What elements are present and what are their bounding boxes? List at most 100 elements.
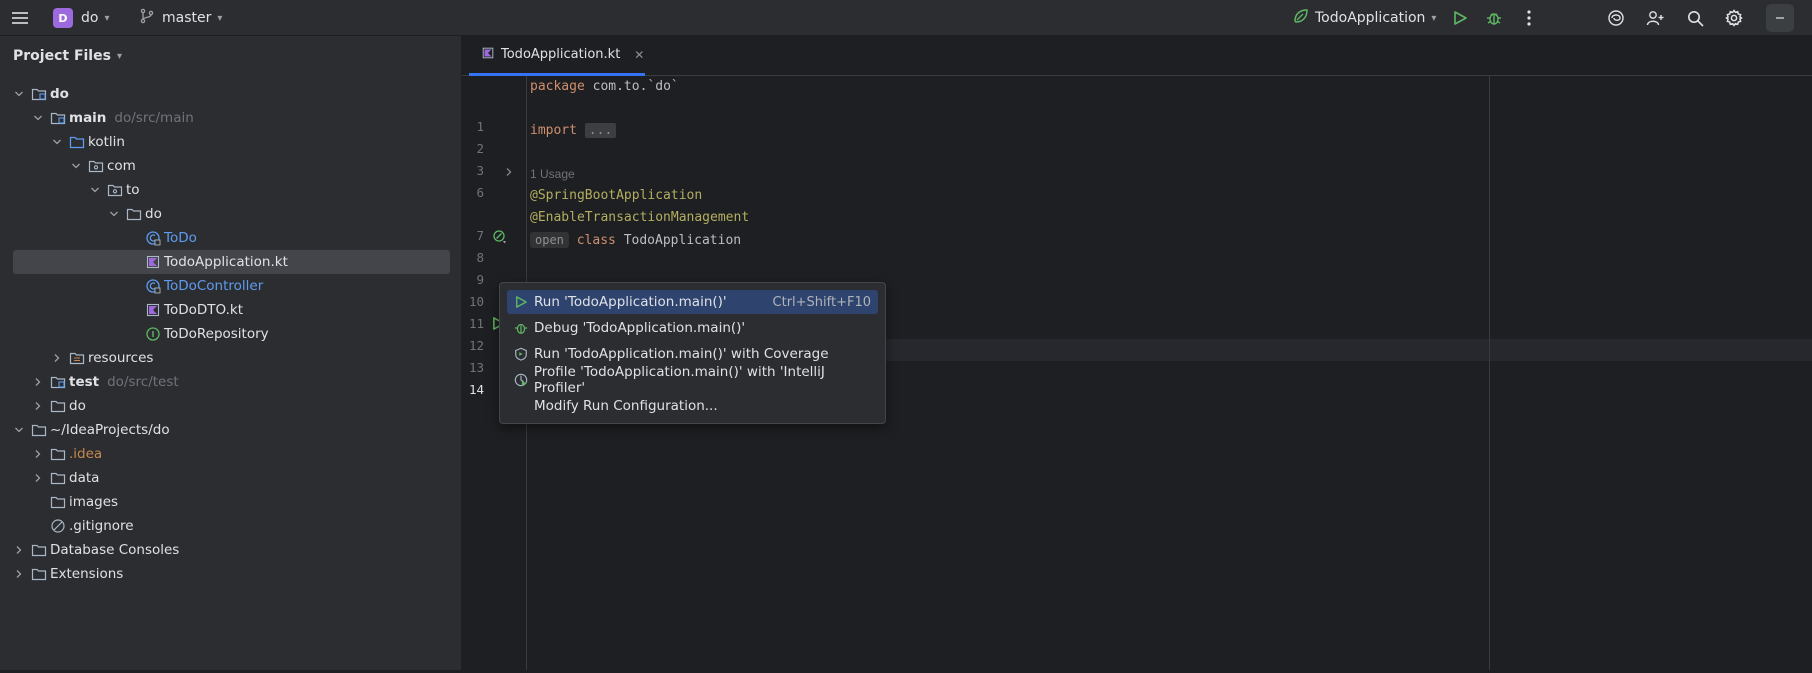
tree-item-todocontroller[interactable]: ToDoController <box>0 274 462 298</box>
keyword: package <box>530 79 585 94</box>
tree-item-do-package[interactable]: do <box>0 202 462 226</box>
close-icon[interactable]: ✕ <box>634 48 644 62</box>
menu-item-profile[interactable]: Profile 'TodoApplication.main()' with 'I… <box>507 364 878 396</box>
debug-icon[interactable] <box>1480 4 1508 32</box>
chevron-right-icon[interactable] <box>32 376 44 388</box>
chevron-right-icon[interactable] <box>51 352 63 364</box>
tree-item-resources[interactable]: resources <box>0 346 462 370</box>
run-gutter-popup-menu: Run 'TodoApplication.main()' Ctrl+Shift+… <box>499 282 886 424</box>
tree-item-idea[interactable]: .idea <box>0 442 462 466</box>
code-line-3[interactable]: import ... <box>530 120 617 142</box>
tree-item-to[interactable]: to <box>0 178 462 202</box>
chevron-down-icon[interactable] <box>13 88 25 100</box>
chevron-down-icon[interactable] <box>51 136 63 148</box>
tree-item-do-folder[interactable]: do <box>0 394 462 418</box>
tree-item-path-hint: do/src/main <box>114 110 194 126</box>
menu-item-label: Profile 'TodoApplication.main()' with 'I… <box>533 364 825 396</box>
tree-item-label: com <box>107 158 136 174</box>
hamburger-icon[interactable] <box>6 4 34 32</box>
tree-item-label: TodoApplication.kt <box>164 254 288 270</box>
tree-item-main[interactable]: main do/src/main <box>0 106 462 130</box>
chevron-right-icon[interactable] <box>13 568 25 580</box>
tree-item-com[interactable]: com <box>0 154 462 178</box>
code-line-7[interactable]: @SpringBootApplication <box>530 185 702 207</box>
tree-item-label: Database Consoles <box>50 542 180 558</box>
chevron-down-icon[interactable] <box>32 112 44 124</box>
panel-title: Project Files <box>13 48 111 64</box>
tree-item-do-module[interactable]: do <box>0 82 462 106</box>
tree-item-todo[interactable]: ToDo <box>0 226 462 250</box>
inlay-open-hint: open <box>530 232 569 248</box>
folder-icon <box>50 470 66 486</box>
line-number: 1 <box>476 119 484 134</box>
tree-item-todoapplication-kt[interactable]: TodoApplication.kt <box>0 250 462 274</box>
project-badge: D <box>53 8 73 28</box>
ai-assistant-icon[interactable] <box>1602 4 1630 32</box>
project-view-selector[interactable]: Project Files ▾ <box>13 48 122 64</box>
code-text: com.to.`do` <box>584 79 679 94</box>
keyword: class <box>576 233 616 248</box>
add-user-icon[interactable] <box>1641 4 1669 32</box>
gear-icon[interactable] <box>1720 4 1748 32</box>
search-icon[interactable] <box>1681 4 1709 32</box>
tree-item-database-consoles[interactable]: Database Consoles <box>0 538 462 562</box>
tab-label: TodoApplication.kt <box>501 47 621 62</box>
chevron-right-icon[interactable] <box>32 400 44 412</box>
tree-item-idea-projects-do[interactable]: ~/IdeaProjects/do <box>0 418 462 442</box>
chevron-down-icon: ▾ <box>217 12 223 24</box>
folder-icon <box>31 566 47 582</box>
spring-boot-icon <box>1292 7 1310 29</box>
minimize-icon[interactable] <box>1766 4 1794 32</box>
tree-item-label: Extensions <box>50 566 124 582</box>
menu-item-modify-run-configuration[interactable]: Modify Run Configuration... <box>507 394 878 418</box>
chevron-down-icon[interactable] <box>108 208 120 220</box>
spring-bean-gutter-icon[interactable] <box>492 229 508 249</box>
blank-icon <box>513 398 529 414</box>
project-name: do <box>81 10 99 26</box>
code-line-8[interactable]: @EnableTransactionManagement <box>530 207 749 229</box>
line-number: 6 <box>476 185 484 200</box>
tree-item-label: do <box>50 86 69 102</box>
debug-icon <box>513 320 529 336</box>
folded-imports[interactable]: ... <box>584 123 617 138</box>
menu-item-debug[interactable]: Debug 'TodoApplication.main()' <box>507 316 878 340</box>
chevron-down-icon[interactable] <box>13 424 25 436</box>
code-line-1[interactable]: package com.to.`do` <box>530 76 679 98</box>
run-config-selector[interactable]: TodoApplication ▾ <box>1292 0 1436 36</box>
line-number: 3 <box>476 163 484 178</box>
tree-item-data[interactable]: data <box>0 466 462 490</box>
tree-item-gitignore[interactable]: .gitignore <box>0 514 462 538</box>
keyword: import <box>530 123 577 138</box>
tree-item-extensions[interactable]: Extensions <box>0 562 462 586</box>
chevron-down-icon[interactable] <box>70 160 82 172</box>
tree-item-tododto-kt[interactable]: ToDoDTO.kt <box>0 298 462 322</box>
chevron-down-icon[interactable] <box>89 184 101 196</box>
tree-item-test[interactable]: test do/src/test <box>0 370 462 394</box>
line-number: 13 <box>468 360 484 375</box>
fold-expand-icon[interactable] <box>504 166 514 181</box>
vcs-branch-widget[interactable]: master ▾ <box>139 0 222 36</box>
menu-item-run[interactable]: Run 'TodoApplication.main()' Ctrl+Shift+… <box>507 290 878 314</box>
folder-icon <box>31 422 47 438</box>
tree-item-label: ToDo <box>164 230 197 246</box>
chevron-right-icon[interactable] <box>32 448 44 460</box>
editor-tab-todoapplication[interactable]: TodoApplication.kt ✕ <box>469 36 645 76</box>
more-actions-icon[interactable] <box>1515 4 1543 32</box>
folder-icon <box>50 494 66 510</box>
chevron-right-icon[interactable] <box>13 544 25 556</box>
module-folder-icon <box>31 86 47 102</box>
package-icon <box>107 182 123 198</box>
chevron-right-icon[interactable] <box>32 472 44 484</box>
usages-hint[interactable]: 1 Usage <box>530 164 575 184</box>
code-line-9[interactable]: open class TodoApplication <box>530 229 741 252</box>
menu-item-run-with-coverage[interactable]: Run 'TodoApplication.main()' with Covera… <box>507 342 878 366</box>
main-menu-button[interactable] <box>6 0 34 36</box>
run-icon[interactable] <box>1446 4 1474 32</box>
tree-item-todorepository[interactable]: ToDoRepository <box>0 322 462 346</box>
tree-item-kotlin[interactable]: kotlin <box>0 130 462 154</box>
project-widget[interactable]: D do ▾ <box>53 0 109 36</box>
tree-item-images[interactable]: images <box>0 490 462 514</box>
tree-item-label: ToDoController <box>164 278 264 294</box>
tree-item-label: images <box>69 494 119 510</box>
project-tool-window: Project Files ▾ do main do/src/main kotl… <box>0 36 462 670</box>
